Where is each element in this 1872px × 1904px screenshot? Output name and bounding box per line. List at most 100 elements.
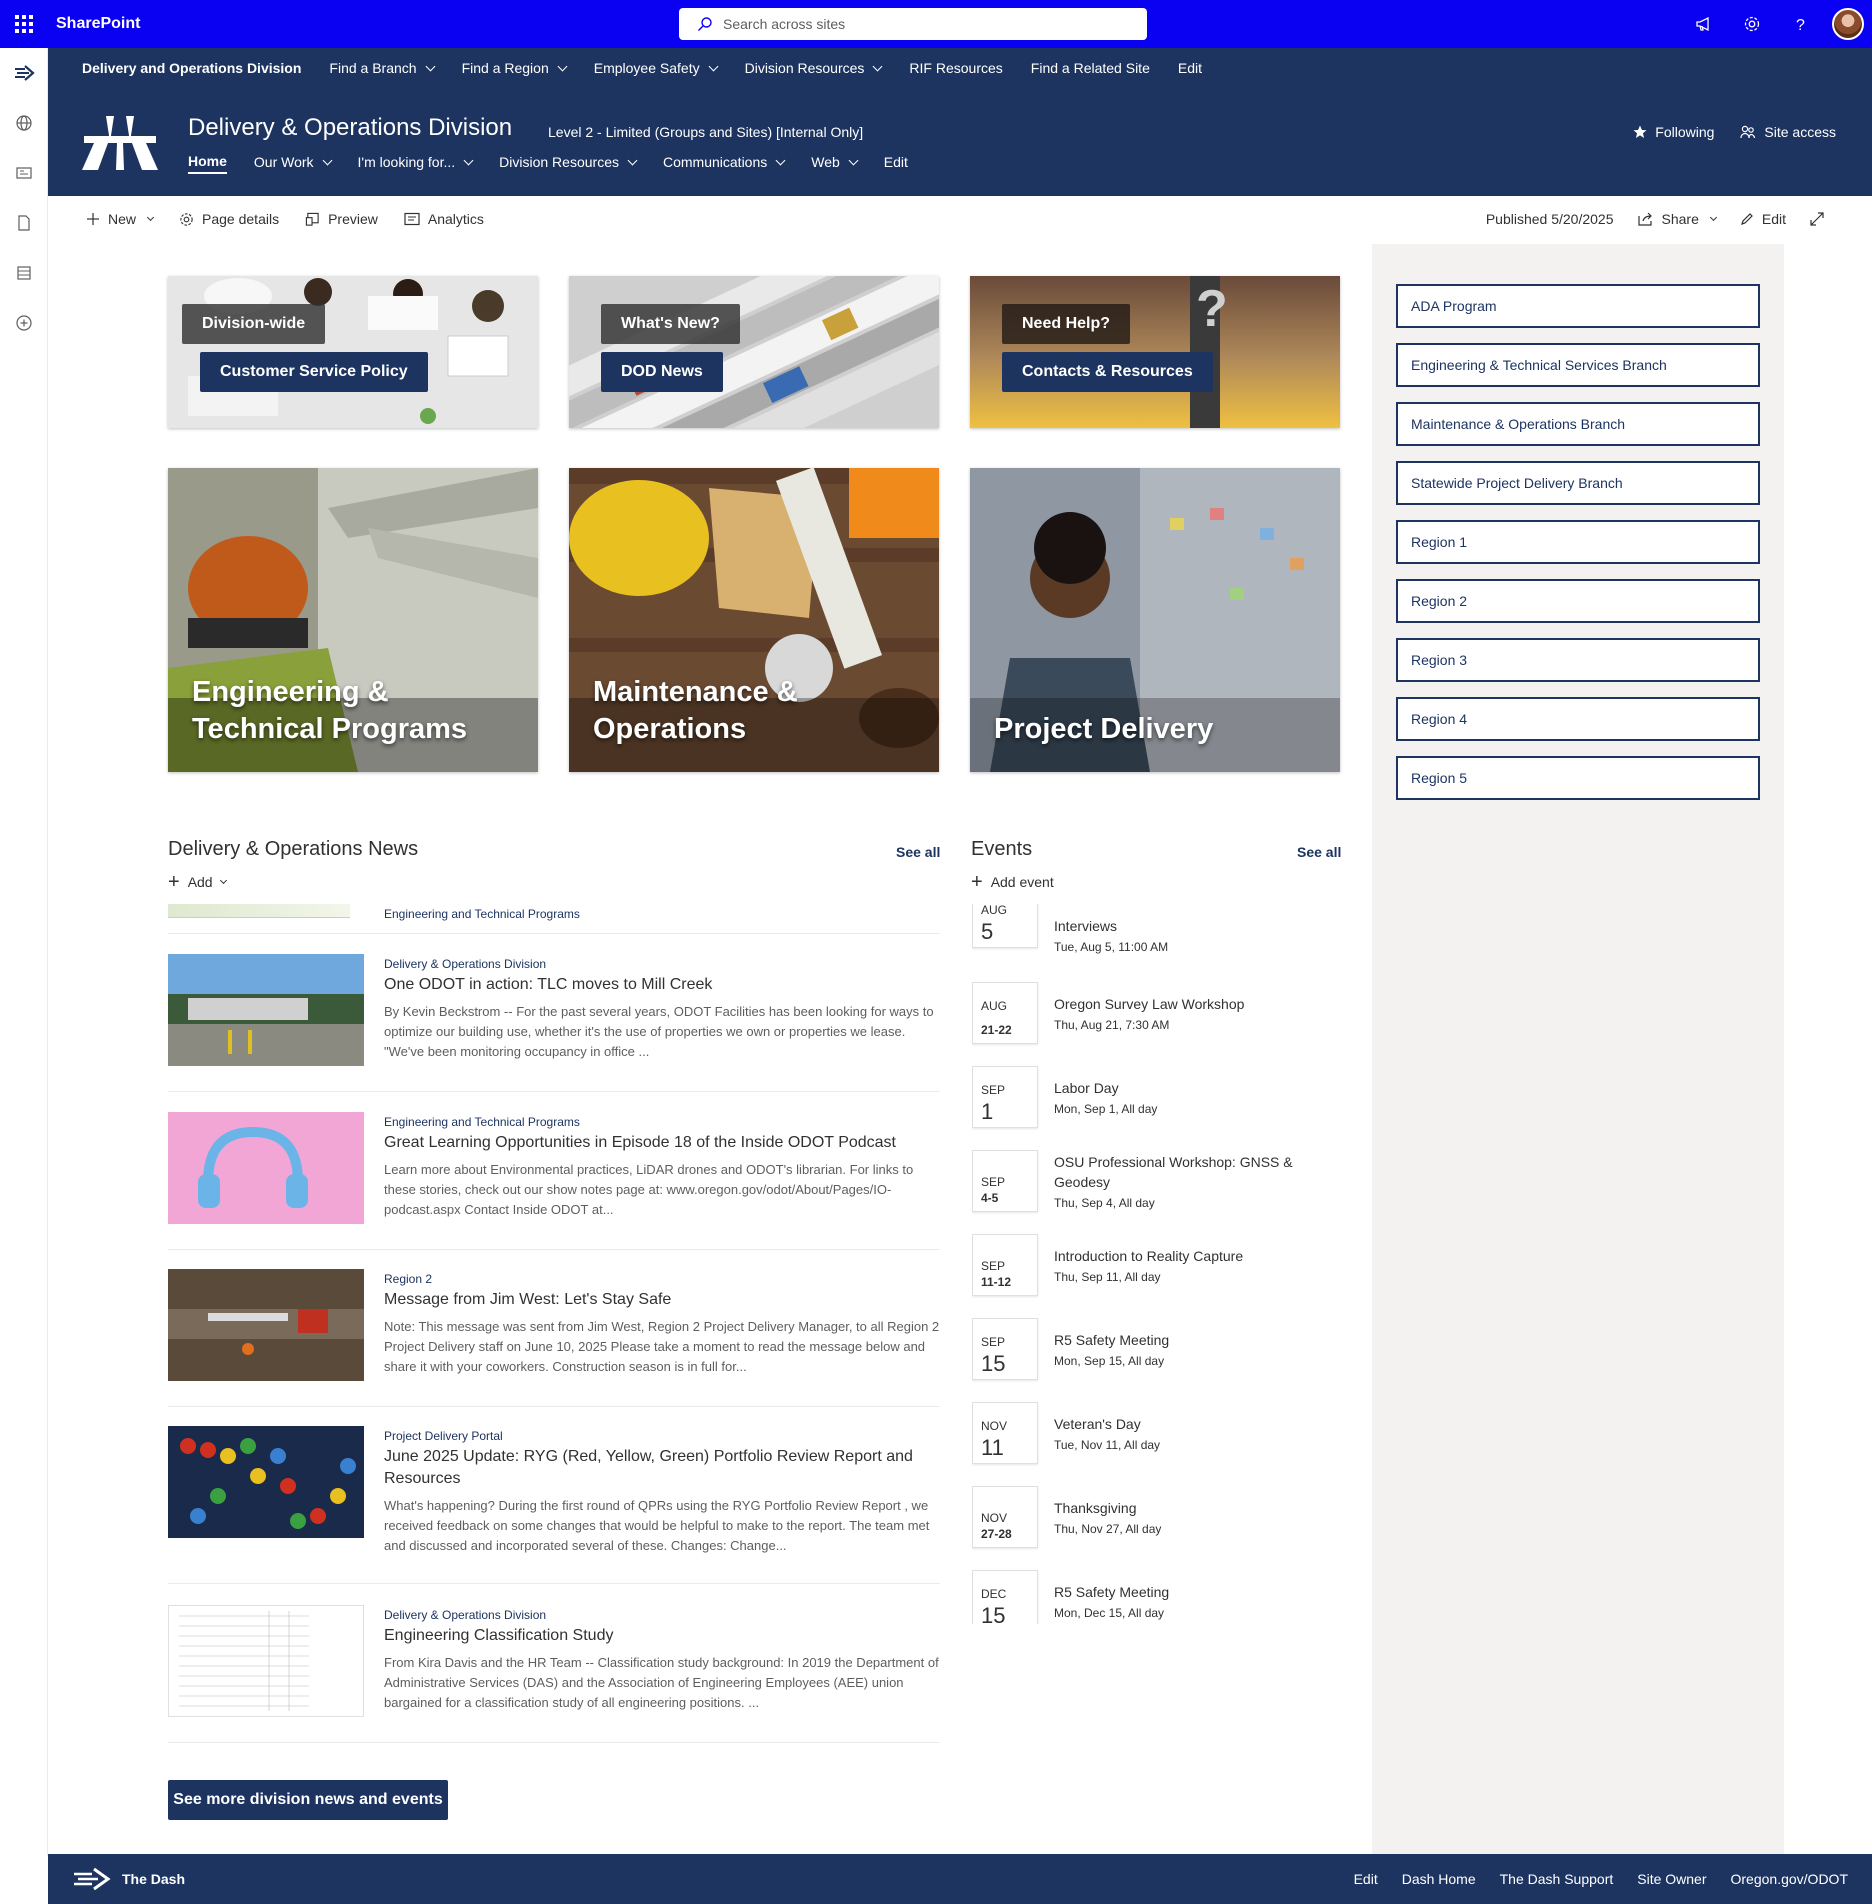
hub-item-label: RIF Resources [909, 60, 1003, 76]
add-event-button[interactable]: + Add event [971, 872, 1054, 892]
site-access-button[interactable]: Site access [1740, 124, 1836, 140]
megaphone-icon[interactable] [1680, 0, 1728, 48]
file-icon[interactable] [0, 198, 48, 248]
news-headline[interactable]: Message from Jim West: Let's Stay Safe [384, 1289, 940, 1311]
hub-item-label: Find a Branch [329, 60, 417, 76]
news-category[interactable]: Engineering and Technical Programs [384, 906, 580, 922]
news-headline[interactable]: June 2025 Update: RYG (Red, Yellow, Gree… [384, 1446, 940, 1490]
settings-gear-icon[interactable] [1728, 0, 1776, 48]
news-item[interactable]: Delivery & Operations Division Engineeri… [168, 1603, 940, 1743]
edit-button[interactable]: Edit [1740, 211, 1786, 227]
share-button[interactable]: Share [1637, 211, 1717, 227]
nav-our-work[interactable]: Our Work [254, 150, 332, 174]
quick-link-button[interactable]: Region 1 [1396, 520, 1760, 564]
quick-link-button[interactable]: Engineering & Technical Services Branch [1396, 343, 1760, 387]
events-see-all-link[interactable]: See all [1297, 844, 1341, 860]
tile-dod-news[interactable]: What's New? DOD News [569, 276, 939, 428]
quick-link-button[interactable]: Statewide Project Delivery Branch [1396, 461, 1760, 505]
event-item[interactable]: AUG 5 Interviews Tue, Aug 5, 11:00 AM [972, 904, 1344, 970]
see-more-news-button[interactable]: See more division news and events [168, 1780, 448, 1820]
event-item[interactable]: SEP 15 R5 Safety Meeting Mon, Sep 15, All… [972, 1318, 1344, 1402]
hub-item-find-a-related-site[interactable]: Find a Related Site [1017, 60, 1164, 76]
nav-looking-for[interactable]: I'm looking for... [358, 150, 474, 174]
user-avatar[interactable] [1824, 0, 1872, 48]
news-item[interactable]: Project Delivery Portal June 2025 Update… [168, 1424, 940, 1584]
hub-item-rif-resources[interactable]: RIF Resources [895, 60, 1016, 76]
news-add-button[interactable]: + Add [168, 872, 227, 892]
list-icon[interactable] [0, 248, 48, 298]
analytics-button[interactable]: Analytics [404, 211, 484, 227]
app-launcher-icon[interactable] [0, 0, 48, 48]
dash-home-icon[interactable] [0, 48, 48, 98]
event-item[interactable]: NOV 27-28 Thanksgiving Thu, Nov 27, All d… [972, 1486, 1344, 1570]
tile-maintenance-operations[interactable]: Maintenance & Operations [569, 468, 939, 772]
footer-link-edit[interactable]: Edit [1354, 1871, 1378, 1887]
tile-engineering-technical-programs[interactable]: Engineering & Technical Programs [168, 468, 538, 772]
preview-button[interactable]: Preview [305, 211, 378, 227]
news-headline[interactable]: One ODOT in action: TLC moves to Mill Cr… [384, 974, 940, 996]
tile-project-delivery[interactable]: Project Delivery [970, 468, 1340, 772]
news-category[interactable]: Engineering and Technical Programs [384, 1114, 940, 1130]
app-name[interactable]: SharePoint [56, 15, 140, 33]
tile-contacts-resources[interactable]: ? Need Help? Contacts & Resources [970, 276, 1340, 428]
chevron-down-icon [848, 155, 859, 165]
hub-item-label: Employee Safety [593, 60, 700, 76]
news-see-all-link[interactable]: See all [896, 844, 940, 860]
new-button[interactable]: New [86, 211, 155, 227]
news-category[interactable]: Project Delivery Portal [384, 1428, 940, 1444]
nav-home[interactable]: Home [188, 150, 227, 174]
event-item[interactable]: DEC 15 R5 Safety Meeting Mon, Dec 15, All… [972, 1570, 1344, 1624]
news-item[interactable]: Region 2 Message from Jim West: Let's St… [168, 1267, 940, 1407]
tile-customer-service-policy[interactable]: Division-wide Customer Service Policy [168, 276, 538, 428]
event-item[interactable]: NOV 11 Veteran's Day Tue, Nov 11, All day [972, 1402, 1344, 1486]
hub-item-find-a-branch[interactable]: Find a Branch [315, 60, 447, 76]
quick-link-button[interactable]: Region 5 [1396, 756, 1760, 800]
following-button[interactable]: Following [1633, 124, 1714, 140]
site-classification: Level 2 - Limited (Groups and Sites) [In… [548, 124, 864, 140]
event-date: DEC 15 [972, 1570, 1038, 1624]
hub-title[interactable]: Delivery and Operations Division [48, 60, 315, 76]
site-title[interactable]: Delivery & Operations Division [188, 114, 512, 142]
site-logo-icon[interactable] [80, 112, 160, 172]
hub-item-employee-safety[interactable]: Employee Safety [580, 60, 731, 76]
hub-item-find-a-region[interactable]: Find a Region [448, 60, 580, 76]
news-category[interactable]: Delivery & Operations Division [384, 1607, 940, 1623]
footer-link-dash-home[interactable]: Dash Home [1402, 1871, 1476, 1887]
svg-text:?: ? [1796, 17, 1805, 33]
tile-top-label: What's New? [601, 304, 740, 344]
news-item-partial[interactable]: Engineering and Technical Programs [168, 904, 940, 934]
event-item[interactable]: SEP 4-5 OSU Professional Workshop: GNSS … [972, 1150, 1344, 1234]
page-details-button[interactable]: Page details [179, 211, 279, 227]
nav-communications[interactable]: Communications [663, 150, 786, 174]
expand-icon[interactable] [1810, 212, 1832, 226]
news-item[interactable]: Engineering and Technical Programs Great… [168, 1110, 940, 1250]
footer-link-dash-support[interactable]: The Dash Support [1500, 1871, 1614, 1887]
search-input[interactable]: Search across sites [679, 8, 1147, 40]
nav-division-resources[interactable]: Division Resources [499, 150, 638, 174]
hub-item-edit[interactable]: Edit [1164, 60, 1216, 76]
event-item[interactable]: AUG 21-22 Oregon Survey Law Workshop Thu,… [972, 982, 1344, 1066]
quick-link-button[interactable]: Maintenance & Operations Branch [1396, 402, 1760, 446]
news-icon[interactable] [0, 148, 48, 198]
help-icon[interactable]: ? [1776, 0, 1824, 48]
event-item[interactable]: SEP 1 Labor Day Mon, Sep 1, All day [972, 1066, 1344, 1150]
news-headline[interactable]: Engineering Classification Study [384, 1625, 940, 1647]
globe-icon[interactable] [0, 98, 48, 148]
hub-item-division-resources[interactable]: Division Resources [731, 60, 896, 76]
event-item[interactable]: SEP 11-12 Introduction to Reality Captur… [972, 1234, 1344, 1318]
news-item[interactable]: Delivery & Operations Division One ODOT … [168, 952, 940, 1092]
footer-link-site-owner[interactable]: Site Owner [1637, 1871, 1706, 1887]
news-headline[interactable]: Great Learning Opportunities in Episode … [384, 1132, 940, 1154]
create-icon[interactable] [0, 298, 48, 348]
quick-link-button[interactable]: ADA Program [1396, 284, 1760, 328]
news-category[interactable]: Region 2 [384, 1271, 940, 1287]
news-category[interactable]: Delivery & Operations Division [384, 956, 940, 972]
quick-link-button[interactable]: Region 4 [1396, 697, 1760, 741]
footer-link-oregon-gov[interactable]: Oregon.gov/ODOT [1731, 1871, 1849, 1887]
nav-web[interactable]: Web [811, 150, 859, 174]
nav-edit[interactable]: Edit [884, 150, 908, 174]
quick-link-button[interactable]: Region 3 [1396, 638, 1760, 682]
add-event-label: Add event [990, 874, 1054, 890]
quick-link-button[interactable]: Region 2 [1396, 579, 1760, 623]
footer-brand[interactable]: The Dash [72, 1854, 185, 1904]
